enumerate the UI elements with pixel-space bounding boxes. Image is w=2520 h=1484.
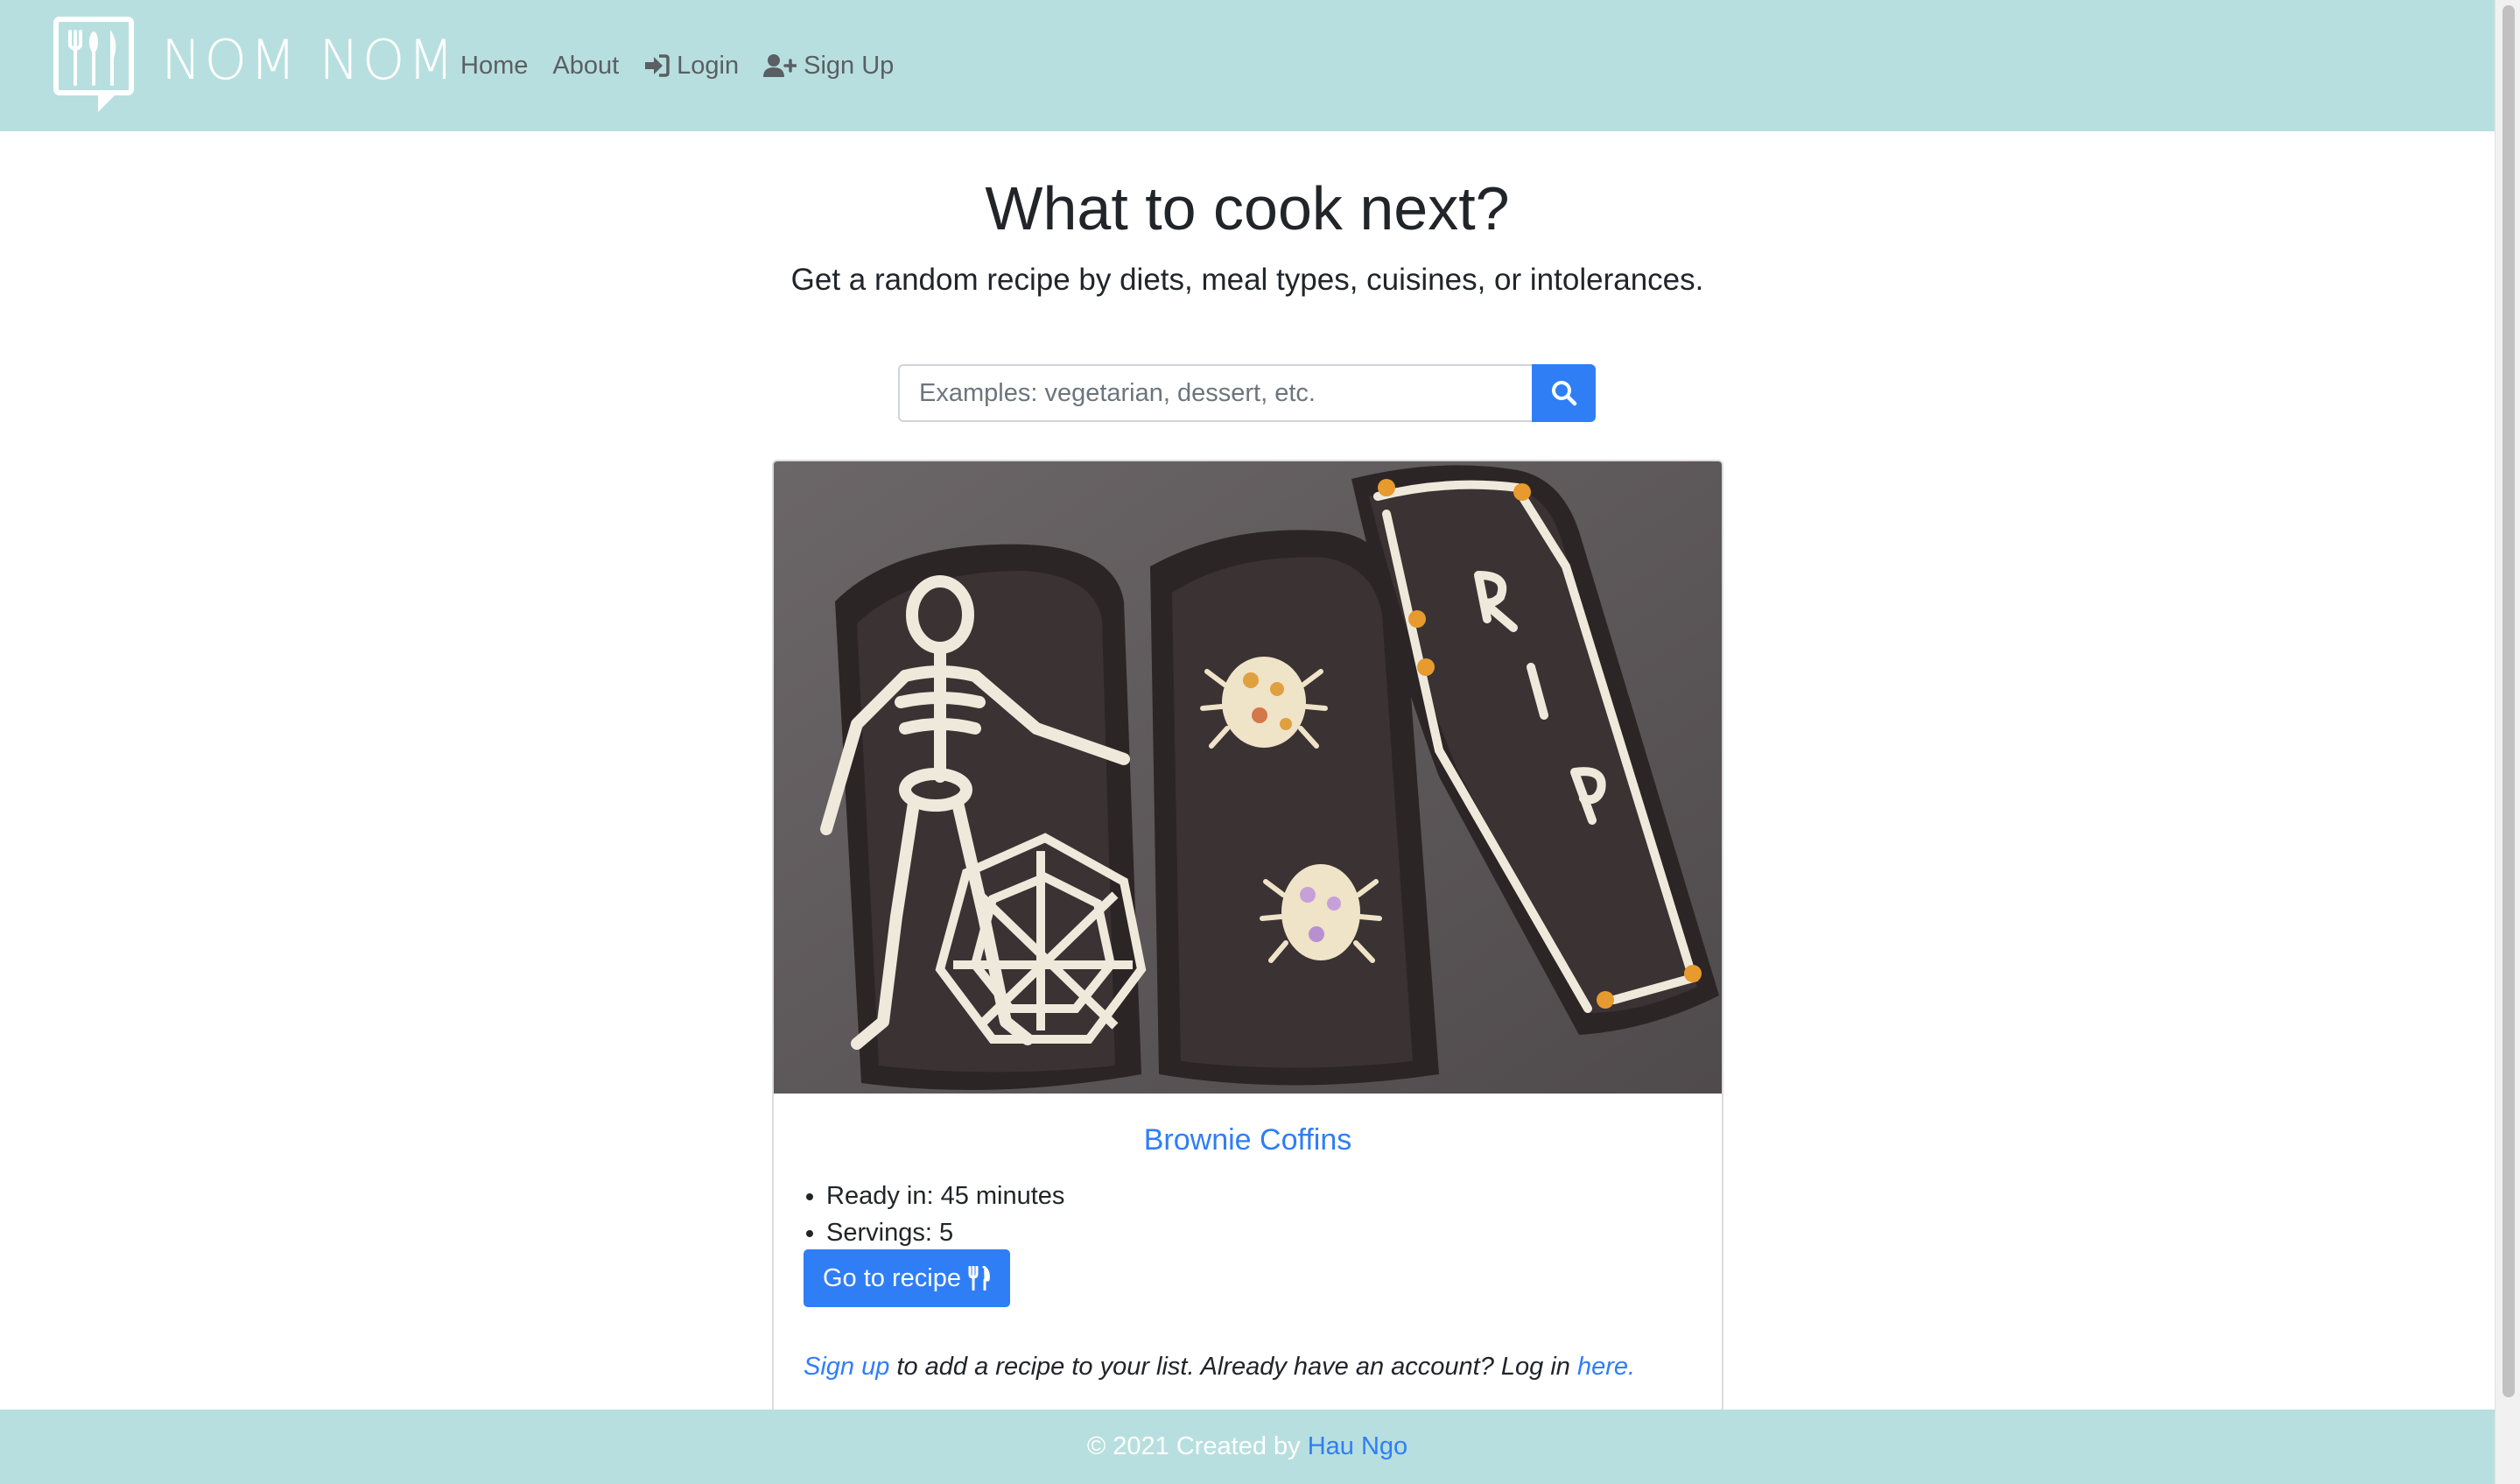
signup-link[interactable]: Sign up [804,1353,889,1381]
search-form [898,364,1596,422]
nav-about[interactable]: About [552,52,619,81]
nav-home[interactable]: Home [460,52,528,81]
signup-note-text: to add a recipe to your list. Already ha… [889,1353,1577,1381]
footer: © 2021 Created by Hau Ngo [0,1410,2495,1484]
page-subtitle: Get a random recipe by diets, meal types… [790,263,1704,297]
navbar: NOM NOM Home About Login Sign Up [0,0,2495,131]
user-plus-icon [763,54,797,77]
go-to-recipe-label: Go to recipe [823,1263,961,1292]
brand-name: NOM NOM [161,28,458,92]
footer-author-link[interactable]: Hau Ngo [1308,1432,1407,1461]
recipe-servings: Servings: 5 [826,1214,1064,1251]
main-nav: Home About Login Sign Up [460,44,918,88]
search-button[interactable] [1532,364,1596,422]
sign-in-icon [645,54,670,77]
recipe-title-link[interactable]: Brownie Coffins [774,1123,1722,1157]
fork-knife-speech-bubble-icon [53,17,134,112]
nav-home-label: Home [460,51,529,80]
search-icon [1551,381,1576,406]
search-input[interactable] [898,364,1532,422]
recipe-ready-time: Ready in: 45 minutes [826,1178,1064,1214]
vertical-scrollbar[interactable] [2495,0,2520,1484]
brand-link[interactable]: NOM NOM [53,16,457,116]
recipe-card: Brownie Coffins Ready in: 45 minutes Ser… [772,460,1723,1427]
recipe-details: Ready in: 45 minutes Servings: 5 [826,1178,1064,1251]
signup-note: Sign up to add a recipe to your list. Al… [804,1353,1635,1382]
footer-text: © 2021 Created by [1086,1432,1301,1460]
nav-login[interactable]: Login [643,52,739,81]
scrollbar-thumb[interactable] [2502,5,2515,1397]
go-to-recipe-button[interactable]: Go to recipe [804,1249,1010,1307]
recipe-image[interactable] [774,461,1723,1094]
nav-about-label: About [552,51,620,80]
nav-signup[interactable]: Sign Up [763,52,894,81]
page-title: What to cook next? [985,174,1510,243]
utensils-icon [968,1266,990,1291]
nav-signup-label: Sign Up [804,51,895,80]
nav-login-label: Login [677,51,740,80]
login-here-link[interactable]: here. [1577,1353,1635,1381]
